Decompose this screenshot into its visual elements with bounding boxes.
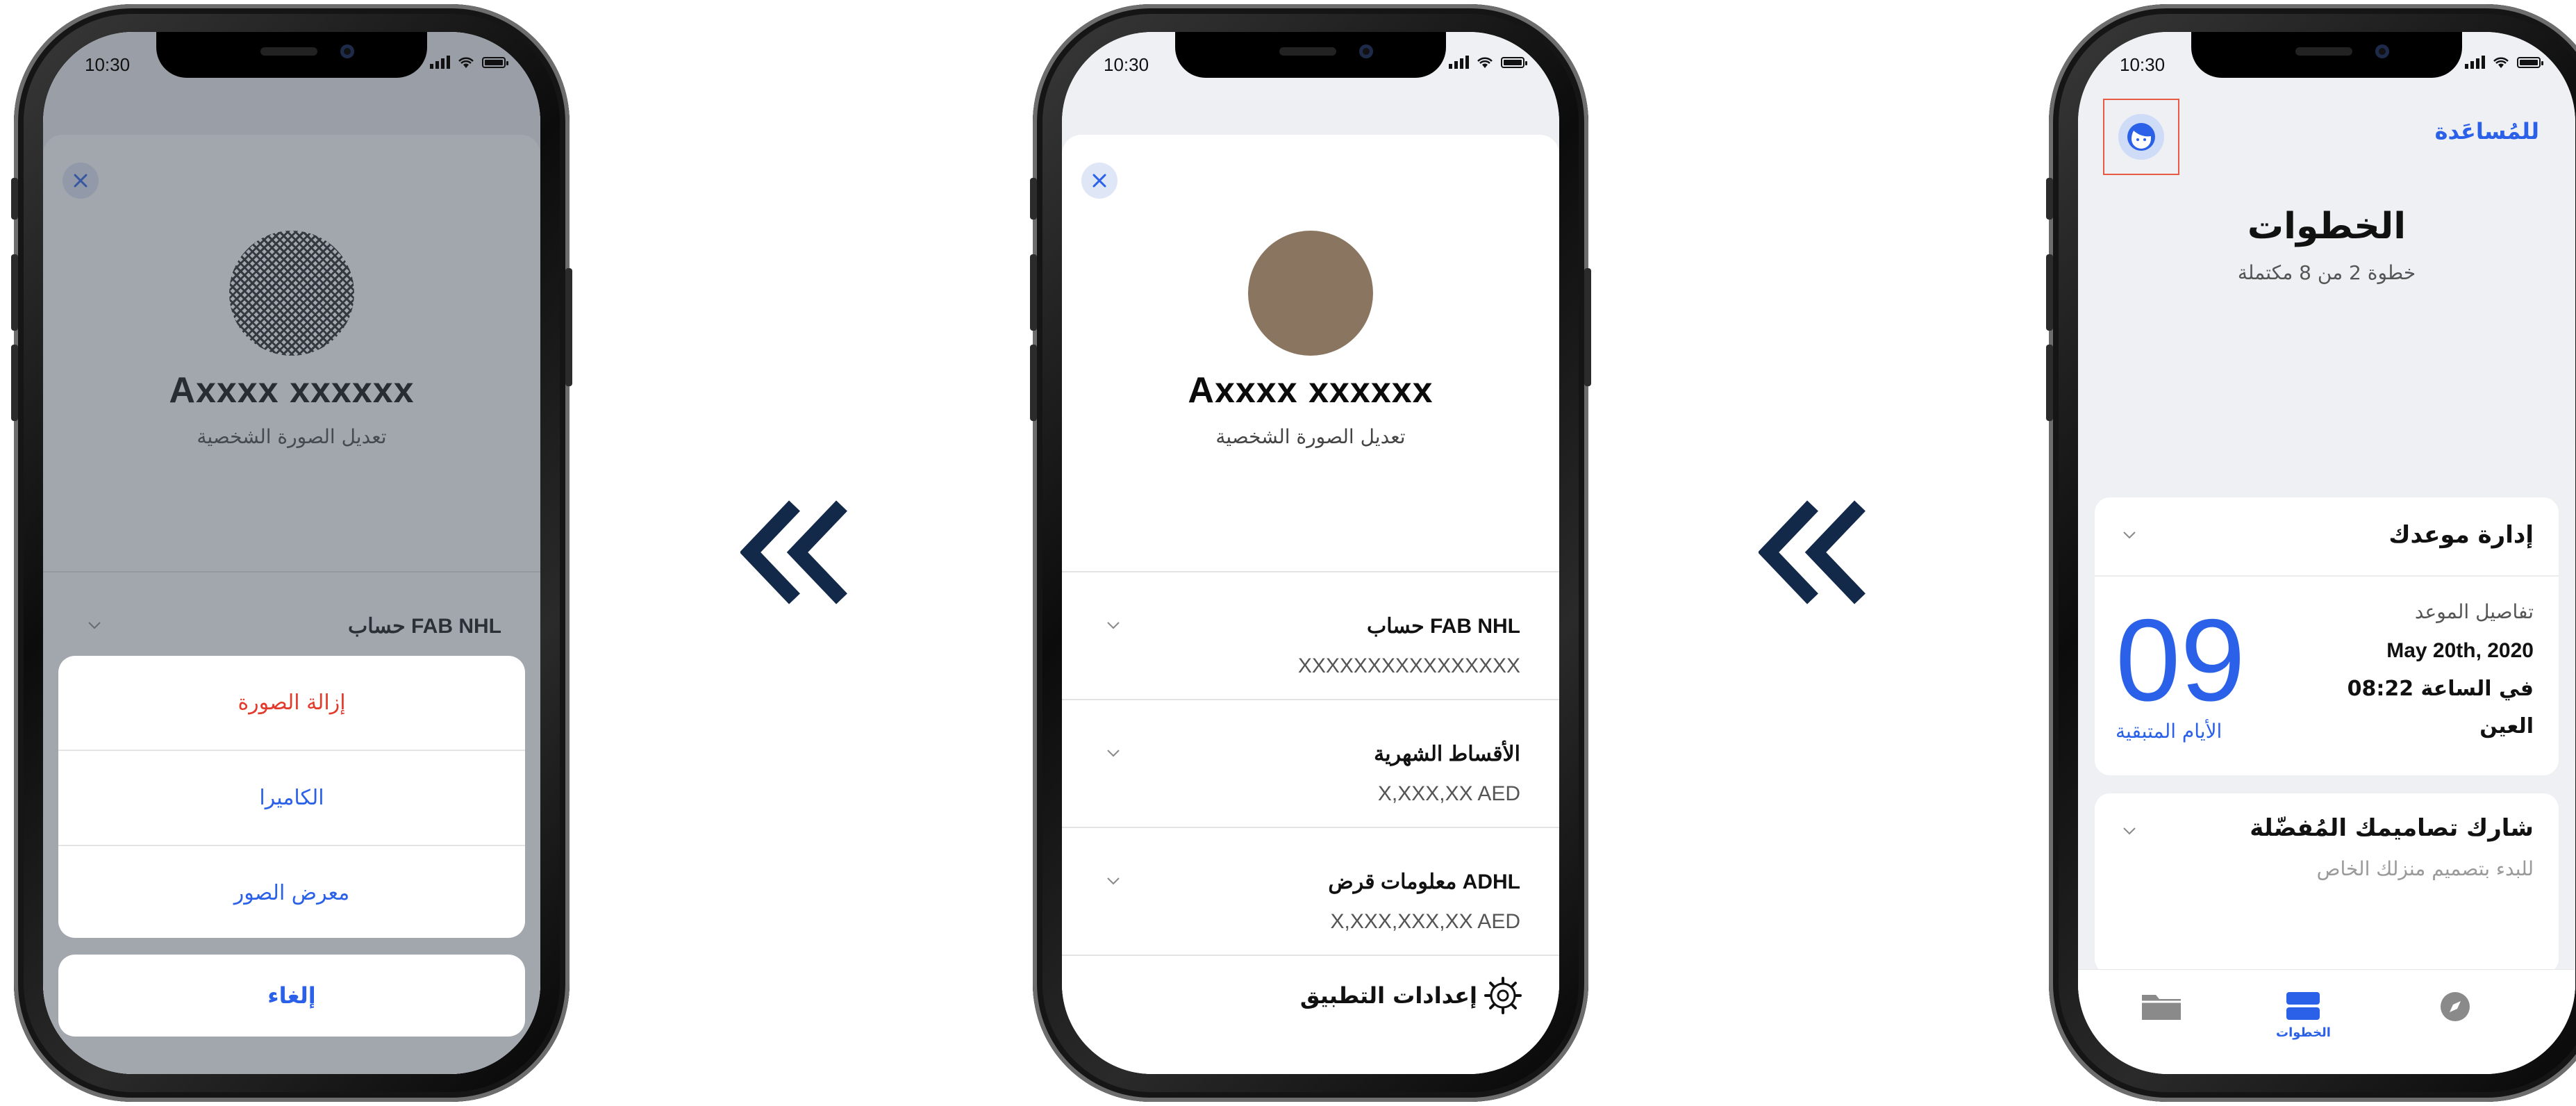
chevron-down-icon — [1107, 877, 1120, 885]
status-time: 10:30 — [85, 54, 131, 75]
close-icon — [1092, 174, 1106, 188]
avatar[interactable] — [1248, 231, 1373, 356]
avatar — [2118, 114, 2164, 160]
double-chevron-left-icon — [1759, 500, 1865, 604]
profile-avatar-button[interactable] — [2103, 99, 2179, 175]
row-title: حساب FAB NHL — [1366, 615, 1520, 638]
screen-photo-actions: 10:30 Axxxx xxxxxx تعديل الصورة الشخصية … — [43, 32, 540, 1074]
help-link[interactable]: للمُساعَدة — [2435, 118, 2539, 145]
days-remaining-label: الأيام المتبقية — [2116, 720, 2222, 743]
cancel-button[interactable]: إلغاء — [58, 955, 525, 1037]
profile-name: Axxxx xxxxxx — [1188, 370, 1434, 411]
appointment-time: في الساعة 08:22 — [2347, 677, 2534, 701]
photo-action-sheet: إزالة الصورة الكاميرا معرض الصور — [58, 656, 525, 938]
screen-steps: 10:30 للمُساعَدة الخطوات خطوة 2 من 8 مكت… — [2078, 32, 2575, 1074]
loan-info-row[interactable]: معلومات قرض ADHL X,XXX,XXX,XX AED — [1062, 827, 1559, 956]
wifi-icon — [1476, 56, 1494, 69]
share-designs-card[interactable]: شارك تصاميمك المُفضّلة للبدء بتصميم منزل… — [2095, 793, 2559, 974]
compass-icon — [2441, 992, 2470, 1021]
battery-icon — [482, 56, 508, 68]
tab-steps[interactable]: الخطوات — [2276, 991, 2331, 1040]
bottom-tab-bar: الخطوات — [2078, 969, 2575, 1074]
double-chevron-left-icon — [740, 500, 847, 604]
appointment-card[interactable]: إدارة موعدك 09 الأيام المتبقية تفاصيل ال… — [2095, 497, 2559, 775]
appointment-card-title: إدارة موعدك — [2388, 521, 2534, 549]
screen-profile: 10:30 Axxxx xxxxxx تعديل الصورة الشخصية … — [1062, 32, 1559, 1074]
tab-steps-label: الخطوات — [2276, 1025, 2331, 1040]
chevron-down-icon[interactable] — [2120, 525, 2139, 545]
face-icon — [2127, 123, 2155, 151]
folder-icon — [2142, 995, 2181, 1020]
app-settings-label: إعدادات التطبيق — [1299, 982, 1477, 1009]
phone-frame-profile: 10:30 Axxxx xxxxxx تعديل الصورة الشخصية … — [1030, 4, 1591, 1102]
gear-icon — [1484, 977, 1522, 1014]
battery-icon — [2517, 56, 2543, 68]
row-value: XXXXXXXXXXXXXXXX — [1297, 654, 1520, 677]
row-value: X,XXX,XXX,XX AED — [1330, 910, 1520, 933]
signal-icon — [2465, 56, 2485, 69]
chevron-down-icon[interactable] — [2120, 821, 2139, 841]
row-value: X,XXX,XX AED — [1377, 782, 1520, 805]
chevron-down-icon — [1107, 750, 1120, 757]
share-designs-subtitle: للبدء بتصميم منزلك الخاص — [2316, 857, 2534, 880]
phone-frame-photo-actions: 10:30 Axxxx xxxxxx تعديل الصورة الشخصية … — [11, 4, 572, 1102]
page-title: الخطوات — [2247, 206, 2407, 247]
monthly-installments-row[interactable]: الأقساط الشهرية X,XXX,XX AED — [1062, 699, 1559, 828]
steps-icon — [2286, 992, 2320, 1020]
days-remaining-number: 09 — [2116, 595, 2245, 725]
edit-photo-link[interactable]: تعديل الصورة الشخصية — [1062, 425, 1559, 448]
gallery-button[interactable]: معرض الصور — [58, 846, 525, 938]
progress-subtitle: خطوة 2 من 8 مكتملة — [2237, 261, 2416, 284]
camera-button[interactable]: الكاميرا — [58, 751, 525, 846]
share-designs-title: شارك تصاميمك المُفضّلة — [2250, 814, 2534, 842]
signal-icon — [1449, 56, 1469, 69]
chevron-down-icon — [1107, 622, 1120, 629]
appointment-date: May 20th, 2020 — [2386, 639, 2534, 662]
status-time: 10:30 — [1104, 54, 1149, 75]
profile-sheet: Axxxx xxxxxx تعديل الصورة الشخصية حساب F… — [1062, 135, 1559, 1074]
appointment-location: العين — [2479, 714, 2534, 738]
status-time: 10:30 — [2120, 54, 2166, 75]
tab-explore[interactable] — [2439, 991, 2471, 1023]
row-title: معلومات قرض ADHL — [1328, 870, 1520, 893]
remove-photo-button[interactable]: إزالة الصورة — [58, 656, 525, 751]
tab-documents[interactable] — [2141, 991, 2182, 1021]
account-row[interactable]: حساب FAB NHL XXXXXXXXXXXXXXXX — [1062, 571, 1559, 700]
appointment-details-label: تفاصيل الموعد — [2414, 600, 2534, 623]
app-settings-button[interactable]: إعدادات التطبيق — [1062, 955, 1559, 1018]
row-title: الأقساط الشهرية — [1374, 743, 1520, 766]
phone-frame-steps: 10:30 للمُساعَدة الخطوات خطوة 2 من 8 مكت… — [2046, 4, 2576, 1102]
wifi-icon — [2492, 56, 2510, 69]
battery-icon — [1501, 56, 1527, 68]
signal-icon — [430, 56, 450, 69]
close-button[interactable] — [1081, 163, 1117, 199]
wifi-icon — [457, 56, 475, 69]
